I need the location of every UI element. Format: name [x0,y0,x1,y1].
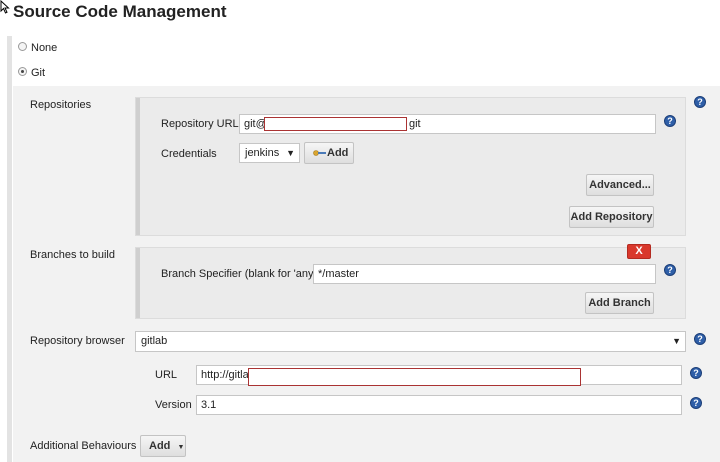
repository-url-suffix: git [409,118,421,130]
version-input[interactable]: 3.1 [196,395,682,415]
redacted-url-part [264,117,407,131]
add-behaviour-button[interactable]: Add ▼ [140,435,186,457]
advanced-button[interactable]: Advanced... [586,174,654,196]
repository-browser-label: Repository browser [30,335,125,347]
credentials-label: Credentials [161,148,217,160]
credentials-select[interactable]: jenkins ▼ [239,143,300,163]
help-icon[interactable]: ? [694,333,706,345]
help-icon[interactable]: ? [694,96,706,108]
branches-label: Branches to build [30,249,115,261]
help-icon[interactable]: ? [664,264,676,276]
repository-browser-select[interactable]: gitlab ▼ [135,331,686,352]
version-label: Version [155,399,192,411]
redacted-url-part [248,368,581,386]
chevron-down-icon: ▼ [286,148,295,158]
scm-none-label: None [31,42,58,54]
browser-url-label: URL [155,369,178,381]
help-icon[interactable]: ? [690,367,702,379]
chevron-down-icon: ▼ [177,444,185,451]
scm-git-radio[interactable] [18,67,27,76]
scm-none-radio[interactable] [18,42,27,51]
help-icon[interactable]: ? [690,397,702,409]
add-credentials-button[interactable]: Add [304,142,354,164]
section-indent-bar [7,36,12,462]
chevron-down-icon: ▼ [672,336,681,346]
repository-url-label: Repository URL [161,118,239,130]
key-icon [313,150,326,156]
branch-specifier-input[interactable]: */master [313,264,656,284]
add-credentials-label: Add [327,147,349,159]
credentials-value: jenkins [245,147,280,159]
page-title: Source Code Management [13,2,227,21]
add-behaviour-label: Add [149,440,171,452]
branch-specifier-label: Branch Specifier (blank for 'any') [161,268,320,280]
mouse-pointer-icon [0,0,10,14]
repositories-label: Repositories [30,99,92,111]
add-branch-button[interactable]: Add Branch [585,292,654,314]
repository-browser-value: gitlab [141,335,168,347]
add-repository-button[interactable]: Add Repository [569,206,654,228]
scm-git-label: Git [31,67,46,79]
delete-branch-button[interactable]: X [627,244,651,259]
additional-behaviours-label: Additional Behaviours [30,440,137,452]
help-icon[interactable]: ? [664,115,676,127]
